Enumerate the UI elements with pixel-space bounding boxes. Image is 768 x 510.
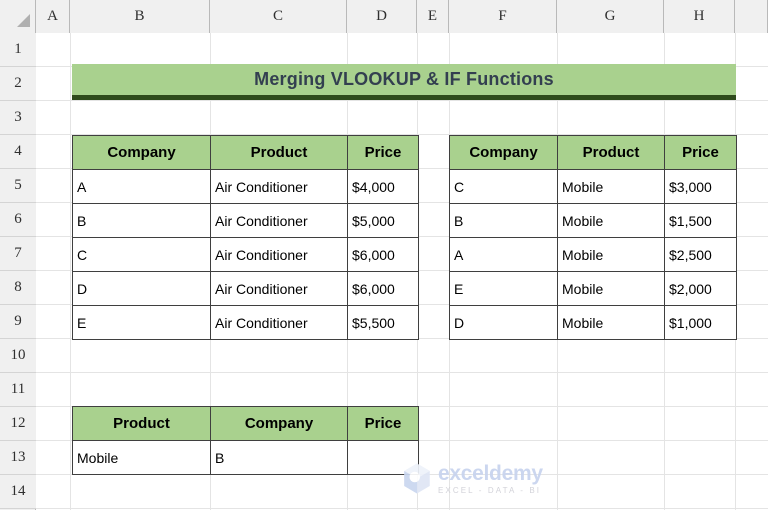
cell-price[interactable]: $6,000 (347, 237, 419, 272)
column-header-product[interactable]: Product (210, 135, 348, 170)
column-header-price[interactable]: Price (347, 406, 419, 441)
row-header-5[interactable]: 5 (0, 169, 36, 203)
cell-company[interactable]: A (72, 169, 211, 204)
table-header-row: Company Product Price (72, 135, 419, 170)
row-header-14[interactable]: 14 (0, 475, 36, 509)
cell-price-empty[interactable] (347, 440, 419, 475)
cell-product[interactable]: Mobile (557, 169, 665, 204)
cell-price[interactable]: $5,000 (347, 203, 419, 238)
table-row[interactable]: D Mobile $1,000 (449, 305, 737, 340)
cell-product[interactable]: Air Conditioner (210, 203, 348, 238)
cell-product[interactable]: Mobile (557, 305, 665, 340)
cell-product[interactable]: Mobile (72, 440, 211, 475)
cell-price[interactable]: $4,000 (347, 169, 419, 204)
column-header-product[interactable]: Product (557, 135, 665, 170)
select-all-button[interactable] (0, 0, 36, 33)
cell-product[interactable]: Mobile (557, 271, 665, 306)
table-header-row: Company Product Price (449, 135, 737, 170)
row-header-3[interactable]: 3 (0, 101, 36, 135)
column-header-partial[interactable] (735, 0, 768, 33)
row-header-7[interactable]: 7 (0, 237, 36, 271)
table-row[interactable]: A Air Conditioner $4,000 (72, 169, 419, 204)
table-air-conditioner[interactable]: Company Product Price A Air Conditioner … (72, 135, 419, 340)
sheet-title-banner: Merging VLOOKUP & IF Functions (72, 64, 736, 100)
cell-company[interactable]: E (72, 305, 211, 340)
row-header-10[interactable]: 10 (0, 339, 36, 373)
cell-price[interactable]: $3,000 (664, 169, 737, 204)
table-mobile-body: C Mobile $3,000 B Mobile $1,500 A Mobile… (449, 169, 737, 340)
table-row[interactable]: E Air Conditioner $5,500 (72, 305, 419, 340)
gridline-vertical (70, 33, 71, 510)
table-row[interactable]: B Mobile $1,500 (449, 203, 737, 238)
cell-price[interactable]: $2,000 (664, 271, 737, 306)
cell-company[interactable]: E (449, 271, 558, 306)
cell-company[interactable]: D (72, 271, 211, 306)
table-air-conditioner-head: Company Product Price (72, 135, 419, 170)
column-header-strip: ABCDEFGH (0, 0, 768, 33)
column-header-price[interactable]: Price (664, 135, 737, 170)
column-header-f[interactable]: F (449, 0, 557, 33)
table-mobile[interactable]: Company Product Price C Mobile $3,000 B … (449, 135, 737, 340)
table-row[interactable]: Mobile B (72, 440, 419, 475)
table-lookup-result-head: Product Company Price (72, 406, 419, 441)
column-header-product[interactable]: Product (72, 406, 211, 441)
spreadsheet-canvas: Merging VLOOKUP & IF Functions Company P… (0, 0, 768, 510)
column-header-d[interactable]: D (347, 0, 417, 33)
row-header-13[interactable]: 13 (0, 441, 36, 475)
gridline-horizontal (36, 100, 768, 101)
cell-company[interactable]: C (72, 237, 211, 272)
table-row[interactable]: B Air Conditioner $5,000 (72, 203, 419, 238)
column-header-c[interactable]: C (210, 0, 347, 33)
cell-company[interactable]: B (72, 203, 211, 238)
column-header-e[interactable]: E (417, 0, 449, 33)
column-header-b[interactable]: B (70, 0, 210, 33)
cell-price[interactable]: $2,500 (664, 237, 737, 272)
column-header-company[interactable]: Company (72, 135, 211, 170)
cell-product[interactable]: Air Conditioner (210, 169, 348, 204)
row-header-2[interactable]: 2 (0, 67, 36, 101)
cell-product[interactable]: Air Conditioner (210, 237, 348, 272)
column-header-g[interactable]: G (557, 0, 664, 33)
table-mobile-head: Company Product Price (449, 135, 737, 170)
cell-product[interactable]: Mobile (557, 203, 665, 238)
row-header-9[interactable]: 9 (0, 305, 36, 339)
cell-company[interactable]: B (449, 203, 558, 238)
gridline-horizontal (36, 372, 768, 373)
row-header-4[interactable]: 4 (0, 135, 36, 169)
row-header-12[interactable]: 12 (0, 407, 36, 441)
column-header-h[interactable]: H (664, 0, 735, 33)
gridline-horizontal (36, 508, 768, 509)
cell-company[interactable]: D (449, 305, 558, 340)
table-lookup-result[interactable]: Product Company Price Mobile B (72, 406, 419, 475)
cell-company[interactable]: A (449, 237, 558, 272)
page-title: Merging VLOOKUP & IF Functions (254, 69, 554, 89)
cell-product[interactable]: Air Conditioner (210, 305, 348, 340)
cell-product[interactable]: Air Conditioner (210, 271, 348, 306)
cell-company[interactable]: B (210, 440, 348, 475)
table-air-conditioner-body: A Air Conditioner $4,000 B Air Condition… (72, 169, 419, 340)
table-row[interactable]: D Air Conditioner $6,000 (72, 271, 419, 306)
row-header-8[interactable]: 8 (0, 271, 36, 305)
table-lookup-result-body: Mobile B (72, 440, 419, 475)
column-header-price[interactable]: Price (347, 135, 419, 170)
row-header-strip: 1 2 3 4 5 6 7 8 9 10 11 12 13 14 (0, 33, 36, 510)
cell-company[interactable]: C (449, 169, 558, 204)
column-header-a[interactable]: A (36, 0, 70, 33)
cell-price[interactable]: $6,000 (347, 271, 419, 306)
table-header-row: Product Company Price (72, 406, 419, 441)
cell-price[interactable]: $5,500 (347, 305, 419, 340)
cell-price[interactable]: $1,000 (664, 305, 737, 340)
select-all-triangle-icon (17, 14, 30, 27)
column-header-company[interactable]: Company (449, 135, 558, 170)
cell-price[interactable]: $1,500 (664, 203, 737, 238)
column-header-company[interactable]: Company (210, 406, 348, 441)
table-row[interactable]: E Mobile $2,000 (449, 271, 737, 306)
row-header-11[interactable]: 11 (0, 373, 36, 407)
table-row[interactable]: C Air Conditioner $6,000 (72, 237, 419, 272)
table-row[interactable]: A Mobile $2,500 (449, 237, 737, 272)
row-header-6[interactable]: 6 (0, 203, 36, 237)
table-row[interactable]: C Mobile $3,000 (449, 169, 737, 204)
cell-product[interactable]: Mobile (557, 237, 665, 272)
row-header-1[interactable]: 1 (0, 33, 36, 67)
